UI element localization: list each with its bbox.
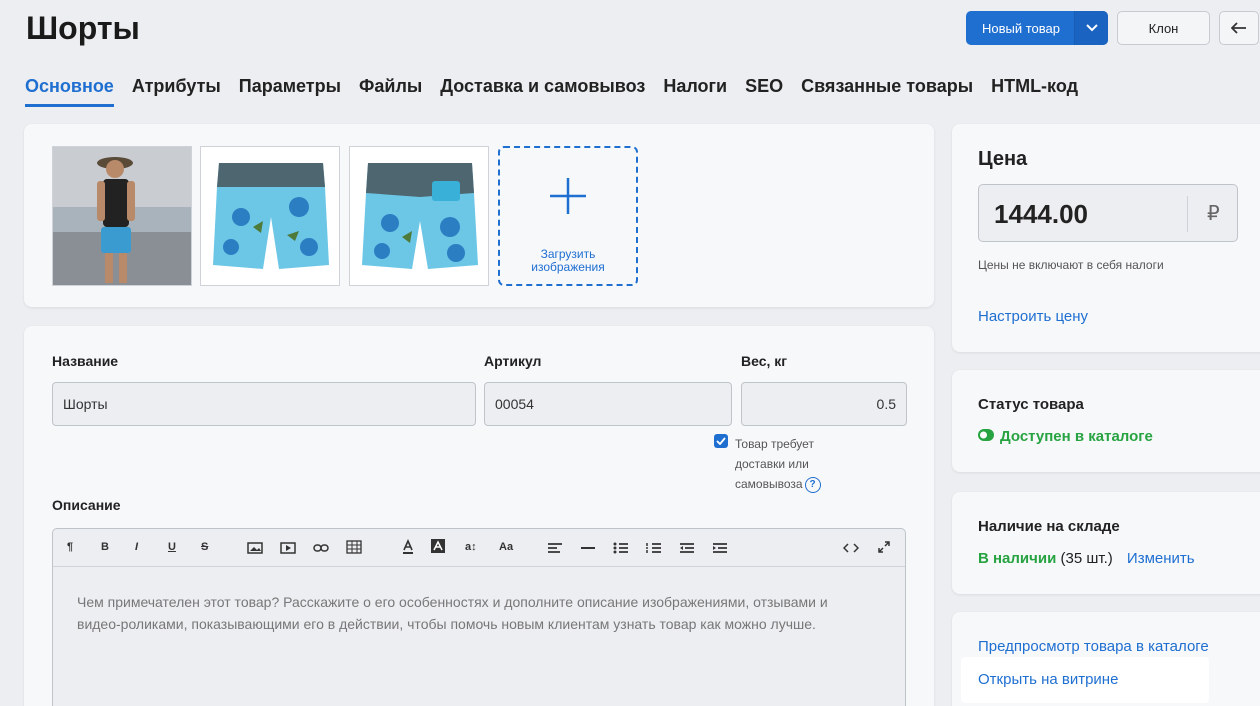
- tab-shipping[interactable]: Доставка и самовывоз: [440, 76, 645, 107]
- tab-html[interactable]: HTML-код: [991, 76, 1078, 107]
- help-icon[interactable]: ?: [804, 476, 821, 493]
- product-form-card: Название Шорты Артикул 00054 Вес, кг 0.5…: [24, 326, 934, 706]
- tab-parameters[interactable]: Параметры: [239, 76, 341, 107]
- indent-icon[interactable]: [712, 541, 728, 559]
- weight-label: Вес, кг: [741, 353, 788, 369]
- font-size-icon[interactable]: a↕: [465, 541, 477, 553]
- product-image-shorts-back[interactable]: [349, 146, 489, 286]
- new-product-button[interactable]: Новый товар: [966, 11, 1108, 45]
- upload-images-button[interactable]: Загрузить изображения: [498, 146, 638, 286]
- underline-icon[interactable]: U: [168, 541, 176, 553]
- configure-price-link[interactable]: Настроить цену: [978, 308, 1088, 325]
- description-label: Описание: [52, 497, 121, 513]
- tab-files[interactable]: Файлы: [359, 76, 422, 107]
- preview-product-link[interactable]: Предпросмотр товара в каталоге: [978, 638, 1209, 655]
- description-placeholder[interactable]: Чем примечателен этот товар? Расскажите …: [53, 567, 883, 635]
- paragraph-icon[interactable]: ¶: [67, 541, 73, 553]
- text-color-icon[interactable]: [401, 539, 415, 560]
- status-value[interactable]: Доступен в каталоге: [978, 428, 1153, 445]
- image-icon[interactable]: [247, 541, 263, 559]
- product-image-shorts-front[interactable]: [200, 146, 340, 286]
- change-stock-link[interactable]: Изменить: [1127, 550, 1195, 567]
- open-storefront-link[interactable]: Открыть на витрине: [978, 671, 1118, 688]
- editor-toolbar: ¶ B I U S a↕ Aa: [53, 529, 905, 567]
- stock-card: Наличие на складе В наличии (35 шт.) Изм…: [952, 492, 1260, 594]
- stock-info: В наличии (35 шт.) Изменить: [978, 550, 1195, 567]
- shipping-label-line1: Товар требует: [735, 437, 814, 451]
- status-title: Статус товара: [978, 396, 1084, 413]
- tab-main[interactable]: Основное: [25, 76, 114, 107]
- sku-input[interactable]: 00054: [484, 382, 732, 426]
- numbered-list-icon[interactable]: [646, 541, 662, 559]
- stock-state: В наличии: [978, 550, 1057, 567]
- stock-title: Наличие на складе: [978, 518, 1120, 535]
- code-icon[interactable]: [842, 541, 860, 559]
- back-arrow-icon[interactable]: [1219, 11, 1259, 45]
- price-card: Цена 1444.00 ₽ Цены не включают в себя н…: [952, 124, 1260, 352]
- font-case-icon[interactable]: Aa: [499, 541, 513, 553]
- product-image-model[interactable]: [52, 146, 192, 286]
- tab-taxes[interactable]: Налоги: [663, 76, 727, 107]
- italic-icon[interactable]: I: [135, 541, 138, 553]
- bullet-list-icon[interactable]: [613, 541, 629, 559]
- shipping-label-line3: самовывоза: [735, 477, 803, 491]
- price-input[interactable]: 1444.00 ₽: [978, 184, 1238, 242]
- link-icon[interactable]: [313, 541, 329, 559]
- price-title: Цена: [978, 148, 1028, 170]
- price-note: Цены не включают в себя налоги: [978, 258, 1164, 272]
- strikethrough-icon[interactable]: S: [201, 541, 208, 553]
- tab-seo[interactable]: SEO: [745, 76, 783, 107]
- chevron-down-icon[interactable]: [1074, 11, 1108, 45]
- bold-icon[interactable]: B: [101, 541, 109, 553]
- plus-icon: [548, 176, 588, 221]
- sku-label: Артикул: [484, 353, 542, 369]
- clone-button[interactable]: Клон: [1117, 11, 1210, 45]
- outdent-icon[interactable]: [679, 541, 695, 559]
- tab-related[interactable]: Связанные товары: [801, 76, 973, 107]
- new-product-label[interactable]: Новый товар: [966, 11, 1074, 45]
- page-title: Шорты: [26, 10, 140, 46]
- weight-input[interactable]: 0.5: [741, 382, 907, 426]
- name-input[interactable]: Шорты: [52, 382, 476, 426]
- tab-attributes[interactable]: Атрибуты: [132, 76, 221, 107]
- background-color-icon[interactable]: [431, 539, 445, 558]
- status-card: Статус товара Доступен в каталоге: [952, 370, 1260, 472]
- upload-label-line2: изображения: [531, 260, 605, 274]
- align-icon[interactable]: [547, 541, 563, 559]
- toggle-on-icon: [978, 428, 994, 445]
- price-value: 1444.00: [994, 199, 1088, 229]
- stock-count: (35 шт.): [1060, 550, 1113, 567]
- status-label: Доступен в каталоге: [1000, 428, 1153, 445]
- table-icon[interactable]: [346, 540, 362, 559]
- tabs-bar: Основное Атрибуты Параметры Файлы Достав…: [25, 76, 1078, 107]
- name-label: Название: [52, 353, 119, 369]
- shipping-checkbox-label: Товар требует доставки или самовывоза?: [735, 434, 855, 494]
- currency-symbol: ₽: [1207, 203, 1220, 225]
- shipping-label-line2: доставки или: [735, 457, 809, 471]
- images-card: Загрузить изображения: [24, 124, 934, 307]
- shipping-checkbox[interactable]: [714, 434, 728, 448]
- description-editor[interactable]: ¶ B I U S a↕ Aa Чем примечателен этот то…: [52, 528, 906, 706]
- video-icon[interactable]: [280, 541, 296, 559]
- price-divider: [1187, 196, 1188, 232]
- horizontal-rule-icon[interactable]: [580, 541, 596, 559]
- fullscreen-icon[interactable]: [877, 540, 891, 559]
